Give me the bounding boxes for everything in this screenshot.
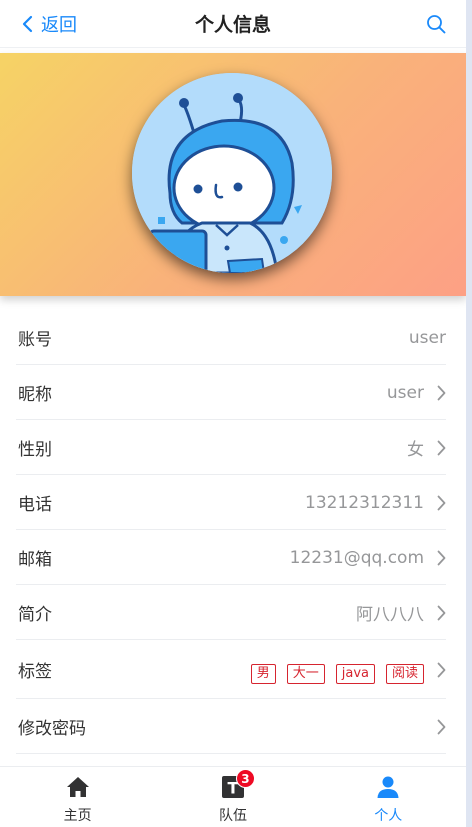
- chevron-right-icon: [430, 440, 446, 456]
- field-value: 阿八八八: [356, 605, 424, 625]
- field-value: user: [408, 327, 446, 348]
- tag: 大一: [286, 663, 325, 684]
- profile-fields: 账号 user 昵称 user 性别 女 电话 13212312311 邮箱 1…: [0, 310, 466, 754]
- field-phone[interactable]: 电话 13212312311: [0, 475, 466, 530]
- field-label: 账号: [18, 330, 52, 350]
- home-icon: [66, 775, 90, 801]
- tab-label: 个人: [374, 808, 403, 824]
- tab-label: 队伍: [218, 808, 247, 824]
- field-label: 电话: [18, 495, 52, 515]
- search-button[interactable]: [426, 0, 466, 47]
- field-label: 标签: [18, 662, 52, 682]
- chevron-right-icon: [430, 662, 446, 678]
- field-tags[interactable]: 标签 男 大一 java 阅读: [0, 640, 466, 699]
- field-email[interactable]: 邮箱 12231@qq.com: [0, 530, 466, 585]
- avatar[interactable]: [132, 73, 332, 273]
- tag: 男: [250, 663, 276, 684]
- field-change-password[interactable]: 修改密码: [0, 699, 466, 754]
- search-icon: [427, 14, 446, 33]
- user-icon: [376, 775, 400, 801]
- tab-bar: 主页 T 3 队伍 个人: [0, 766, 466, 827]
- tab-home[interactable]: 主页: [0, 767, 155, 827]
- field-gender[interactable]: 性别 女: [0, 420, 466, 475]
- chevron-right-icon: [430, 550, 446, 566]
- field-label: 修改密码: [18, 719, 86, 739]
- field-account: 账号 user: [0, 310, 466, 365]
- notification-badge: 3: [235, 769, 255, 788]
- field-nickname[interactable]: 昵称 user: [0, 365, 466, 420]
- tab-team[interactable]: T 3 队伍: [155, 767, 310, 827]
- back-label: 返回: [41, 14, 77, 36]
- astronaut-avatar-image: [132, 73, 332, 273]
- field-label: 邮箱: [18, 550, 52, 570]
- field-value: 女: [407, 440, 424, 460]
- chevron-right-icon: [430, 495, 446, 511]
- field-value: user: [386, 382, 424, 403]
- team-icon: T 3: [221, 769, 255, 801]
- tab-profile[interactable]: 个人: [311, 767, 466, 827]
- tab-label: 主页: [63, 808, 92, 824]
- field-value: 13212312311: [305, 492, 424, 513]
- tag-list: 男 大一 java 阅读: [250, 663, 424, 684]
- chevron-right-icon: [430, 385, 446, 401]
- page-scrollbar[interactable]: [466, 0, 472, 827]
- profile-banner: [0, 53, 466, 296]
- app-root: 返回 个人信息 账号 user 昵称 user 性别 女 电话 13212312…: [0, 0, 466, 827]
- chevron-right-icon: [430, 605, 446, 621]
- field-value: 12231@qq.com: [289, 547, 424, 568]
- back-button[interactable]: 返回: [0, 0, 77, 47]
- chevron-left-icon: [22, 15, 33, 32]
- chevron-right-icon: [430, 719, 446, 735]
- field-label: 简介: [18, 605, 52, 625]
- field-label: 昵称: [18, 385, 52, 405]
- field-label: 性别: [18, 440, 52, 460]
- field-bio[interactable]: 简介 阿八八八: [0, 585, 466, 640]
- tag: 阅读: [385, 663, 424, 684]
- nav-bar: 返回 个人信息: [0, 0, 466, 48]
- tag: java: [335, 663, 375, 684]
